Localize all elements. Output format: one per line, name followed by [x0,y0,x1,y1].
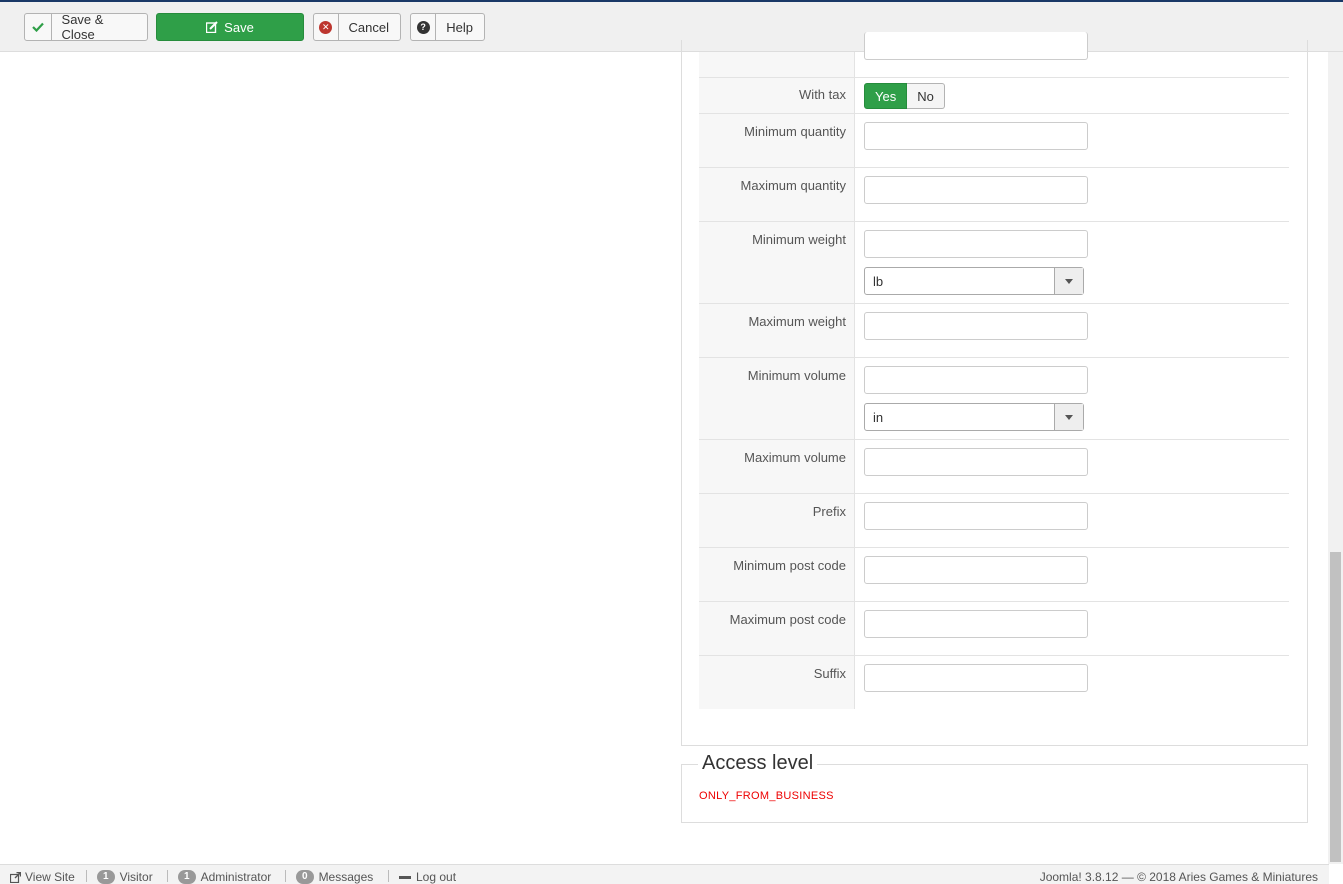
min-weight-input[interactable] [864,230,1088,258]
form-row-min-volume: Minimum volume in [699,358,1289,440]
help-label: Help [446,19,473,35]
admin-label: Administrator [200,870,272,884]
save-button[interactable]: Save [156,13,304,41]
save-label: Save [224,19,254,35]
max-weight-label: Maximum weight [699,304,855,357]
prefix-label: Prefix [699,494,855,547]
logout-label: Log out [416,870,457,884]
max-quantity-input[interactable] [864,176,1088,204]
visitor-count-badge: 1 [97,870,115,884]
divider [86,870,87,882]
messages-count-badge: 0 [296,870,314,884]
min-quantity-input[interactable] [864,122,1088,150]
min-post-code-label: Minimum post code [699,548,855,601]
max-post-code-label: Maximum post code [699,602,855,655]
divider [285,870,286,882]
prefix-input[interactable] [864,502,1088,530]
suffix-label: Suffix [699,656,855,709]
max-weight-input[interactable] [864,312,1088,340]
with-tax-toggle: Yes No [864,83,945,109]
min-quantity-label: Minimum quantity [699,114,855,167]
chevron-down-icon [1054,268,1083,294]
form-row-max-volume: Maximum volume [699,440,1289,494]
form-row-min-weight: Minimum weight lb [699,222,1289,304]
view-site-label: View Site [25,870,75,884]
external-link-icon [10,871,21,883]
admin-count-badge: 1 [178,870,196,884]
footer-copyright: Joomla! 3.8.12 — © 2018 Aries Games & Mi… [1039,870,1318,884]
form-row-max-quantity: Maximum quantity [699,168,1289,222]
messages-label: Messages [318,870,374,884]
cancel-button[interactable]: ✕ Cancel [313,13,401,41]
administrators-indicator: 1 Administrator [178,870,271,884]
access-level-legend: Access level [698,752,818,775]
with-tax-no-button[interactable]: No [907,83,945,109]
min-weight-label: Minimum weight [699,222,855,303]
logout-link[interactable]: Log out [399,870,456,884]
form-row-suffix: Suffix [699,656,1289,709]
divider [388,870,389,882]
save-close-button[interactable]: Save & Close [24,12,148,42]
form-row-max-post-code: Maximum post code [699,602,1289,656]
min-volume-label: Minimum volume [699,358,855,439]
min-post-code-input[interactable] [864,556,1088,584]
weight-unit-value: lb [873,274,884,289]
page-scrollbar[interactable] [1328,52,1343,864]
form-row-max-weight: Maximum weight [699,304,1289,358]
save-close-label: Save & Close [61,12,104,42]
cancel-label: Cancel [348,19,389,35]
min-volume-input[interactable] [864,366,1088,394]
visitor-label: Visitor [119,870,153,884]
check-icon [25,14,52,40]
with-tax-label: With tax [699,78,855,113]
scrollbar-thumb[interactable] [1330,552,1341,862]
volume-unit-value: in [873,410,884,425]
form-row-min-quantity: Minimum quantity [699,114,1289,168]
max-volume-input[interactable] [864,448,1088,476]
help-button[interactable]: ? Help [410,13,485,41]
status-bar: View Site 1 Visitor 1 Administrator 0 Me… [0,864,1329,884]
partial-input[interactable] [864,32,1088,60]
with-tax-yes-button[interactable]: Yes [864,83,908,109]
minus-icon [399,875,411,879]
access-level-value: ONLY_FROM_BUSINESS [699,790,834,802]
messages-link[interactable]: 0 Messages [296,870,373,884]
max-quantity-label: Maximum quantity [699,168,855,221]
question-icon: ? [411,14,437,40]
view-site-link[interactable]: View Site [10,870,75,884]
divider [167,870,168,882]
max-volume-label: Maximum volume [699,440,855,493]
visitors-indicator: 1 Visitor [97,870,153,884]
edit-icon [206,21,218,33]
form-row-with-tax: With tax Yes No [699,78,1289,114]
cancel-icon: ✕ [314,14,339,40]
form-row-min-post-code: Minimum post code [699,548,1289,602]
weight-unit-select[interactable]: lb [864,267,1084,295]
form-row-prefix: Prefix [699,494,1289,548]
volume-unit-select[interactable]: in [864,403,1084,431]
max-post-code-input[interactable] [864,610,1088,638]
suffix-input[interactable] [864,664,1088,692]
form-row-partial [699,32,1289,78]
chevron-down-icon [1054,404,1083,430]
